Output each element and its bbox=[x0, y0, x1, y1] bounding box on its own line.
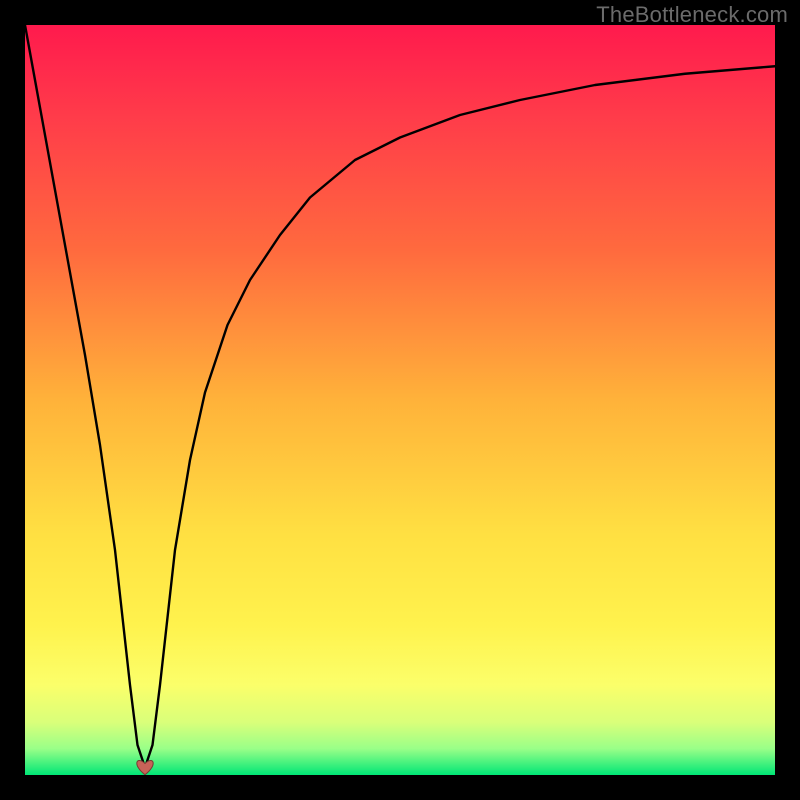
plot-area bbox=[25, 25, 775, 775]
chart-frame: TheBottleneck.com bbox=[0, 0, 800, 800]
chart-svg bbox=[25, 25, 775, 775]
